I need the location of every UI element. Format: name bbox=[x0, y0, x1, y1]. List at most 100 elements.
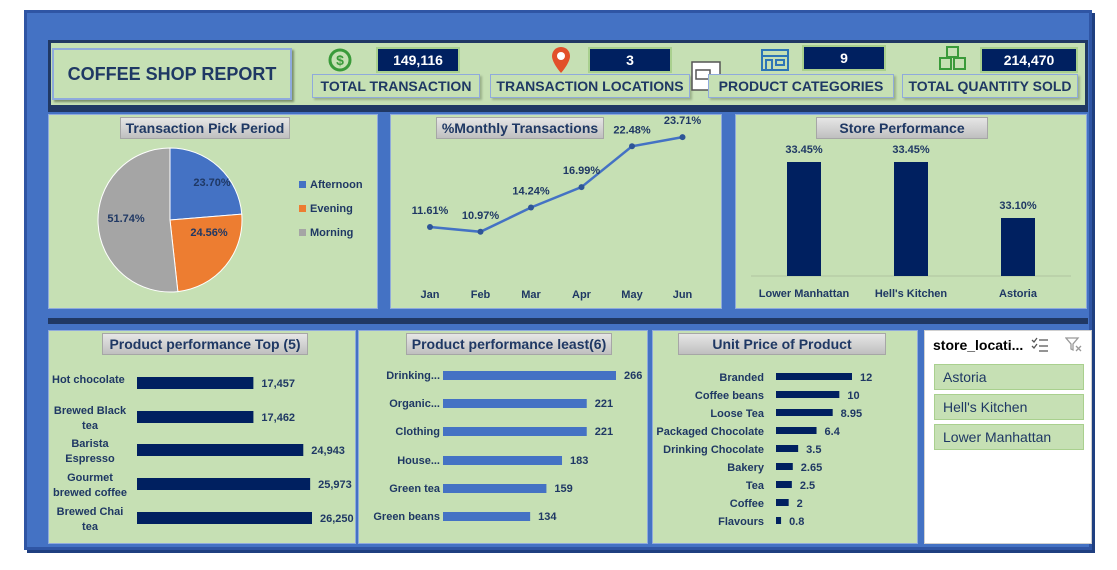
kpi-total-transaction-label: TOTAL TRANSACTION bbox=[312, 74, 480, 98]
line-point-jan bbox=[427, 224, 433, 231]
line-chart: 11.61% Jan 10.97% Feb 14.24% Mar 16.99% Apr 22.4… bbox=[412, 115, 702, 301]
price-bar-1 bbox=[776, 391, 840, 398]
price-category-8: Flavours bbox=[718, 516, 764, 528]
price-value-4: 3.5 bbox=[806, 444, 821, 456]
price-category-1: Coffee beans bbox=[695, 390, 764, 402]
line-label-mar: 14.24% bbox=[512, 186, 550, 198]
price-value-5: 2.65 bbox=[801, 462, 822, 474]
x-tick-may: May bbox=[621, 289, 643, 301]
price-category-7: Coffee bbox=[730, 498, 764, 510]
location-pin-icon bbox=[550, 46, 572, 74]
x-tick-jun: Jun bbox=[673, 289, 693, 301]
store-bar-label-2: 33.10% bbox=[999, 200, 1037, 212]
price-bar-2 bbox=[776, 409, 833, 416]
pie-label-evening: 24.56% bbox=[190, 227, 228, 239]
price-value-2: 8.95 bbox=[841, 408, 862, 420]
line-point-jun bbox=[679, 134, 686, 141]
x-tick-jan: Jan bbox=[421, 289, 440, 301]
kpi-product-categories-value: 9 bbox=[802, 45, 886, 71]
least-bar-0 bbox=[443, 371, 616, 380]
least-value-2: 221 bbox=[595, 426, 613, 438]
legend-label-morning: Morning bbox=[310, 227, 353, 239]
line-label-apr: 16.99% bbox=[563, 165, 601, 177]
pie-chart-title: Transaction Pick Period bbox=[120, 117, 290, 139]
legend-label-afternoon: Afternoon bbox=[310, 179, 363, 191]
least-value-0: 266 bbox=[624, 370, 642, 382]
slicer-item-hells-kitchen[interactable]: Hell's Kitchen bbox=[934, 394, 1084, 420]
price-category-4: Drinking Chocolate bbox=[663, 444, 764, 456]
multi-select-icon[interactable] bbox=[1031, 337, 1049, 353]
slicer-title: store_locati... bbox=[933, 337, 1024, 353]
pie-chart: 23.70% Afternoon 24.56% Evening 51.74% Mornin… bbox=[97, 147, 363, 293]
x-tick-feb: Feb bbox=[471, 289, 491, 301]
top-bar-2 bbox=[137, 444, 304, 456]
store-bar-label-1: 33.45% bbox=[892, 144, 930, 156]
price-value-8: 0.8 bbox=[789, 516, 804, 528]
least-bar-3 bbox=[443, 456, 563, 465]
line-point-feb bbox=[477, 228, 484, 235]
slicer-item-lower-manhattan[interactable]: Lower Manhattan bbox=[934, 424, 1084, 450]
clear-filter-icon[interactable] bbox=[1064, 337, 1083, 353]
store-category-1: Hell's Kitchen bbox=[875, 288, 948, 300]
line-point-mar bbox=[528, 204, 534, 211]
price-bar-8 bbox=[776, 517, 782, 524]
boxes-icon bbox=[938, 46, 968, 72]
store-category-2: Astoria bbox=[999, 288, 1038, 300]
price-category-5: Bakery bbox=[727, 462, 765, 474]
least-value-4: 159 bbox=[554, 483, 572, 495]
price-value-7: 2 bbox=[797, 498, 803, 510]
top-bar-0 bbox=[137, 377, 254, 389]
top-category-1: Brewed Black tea bbox=[54, 405, 127, 432]
least-category-1: Organic... bbox=[389, 398, 440, 410]
pie-slice-evening bbox=[169, 213, 243, 293]
svg-text:$: $ bbox=[336, 52, 344, 68]
top-category-4: Brewed Chai tea bbox=[57, 506, 124, 533]
price-bar-4 bbox=[776, 445, 799, 452]
slicer-item-astoria[interactable]: Astoria bbox=[934, 364, 1084, 390]
top-value-4: 26,250 bbox=[320, 513, 354, 525]
top-products-chart: 17,457 Hot chocolate 17,462 Brewed Black tea… bbox=[52, 374, 354, 533]
price-bar-3 bbox=[776, 427, 817, 434]
kpi-total-transaction-value: 149,116 bbox=[376, 47, 460, 73]
line-point-apr bbox=[578, 184, 585, 191]
least-value-5: 134 bbox=[538, 511, 557, 523]
legend-swatch-afternoon bbox=[299, 181, 306, 188]
legend-swatch-morning bbox=[299, 229, 306, 236]
least-bar-5 bbox=[443, 512, 531, 521]
price-value-0: 12 bbox=[860, 372, 872, 384]
store-bar-label-0: 33.45% bbox=[785, 144, 823, 156]
store-location-slicer: store_locati... Astoria Hell's Kitchen L… bbox=[924, 330, 1092, 544]
legend-swatch-evening bbox=[299, 205, 306, 212]
least-category-4: Green tea bbox=[389, 483, 441, 495]
price-category-0: Branded bbox=[719, 372, 764, 384]
store-bar-2 bbox=[1001, 218, 1035, 276]
price-category-6: Tea bbox=[746, 480, 765, 492]
kpi-total-quantity-sold-value: 214,470 bbox=[980, 47, 1078, 73]
report-title: COFFEE SHOP REPORT bbox=[52, 48, 292, 100]
price-category-2: Loose Tea bbox=[710, 408, 764, 420]
line-label-may: 22.48% bbox=[613, 124, 651, 136]
least-value-3: 183 bbox=[570, 455, 588, 467]
separator-top bbox=[48, 108, 1088, 112]
kpi-product-categories-label: PRODUCT CATEGORIES bbox=[708, 74, 894, 98]
store-bar-chart: 33.45% Lower Manhattan 33.45% Hell's Kitche… bbox=[751, 144, 1071, 300]
price-category-3: Packaged Chocolate bbox=[656, 426, 764, 438]
pie-label-morning: 51.74% bbox=[107, 213, 145, 225]
legend-label-evening: Evening bbox=[310, 203, 353, 215]
least-bar-4 bbox=[443, 484, 547, 493]
kpi-transaction-locations-value: 3 bbox=[588, 47, 672, 73]
x-tick-apr: Apr bbox=[572, 289, 592, 301]
store-category-0: Lower Manhattan bbox=[759, 288, 850, 300]
price-bar-6 bbox=[776, 481, 792, 488]
top-category-2: Barista Espresso bbox=[65, 438, 115, 465]
least-products-chart: 266 Drinking... 221 Organic... 221 Clothing 18… bbox=[373, 370, 642, 523]
kpi-transaction-locations-label: TRANSACTION LOCATIONS bbox=[490, 74, 690, 98]
least-category-0: Drinking... bbox=[386, 370, 440, 382]
top-value-1: 17,462 bbox=[261, 412, 295, 424]
dollar-icon: $ bbox=[328, 48, 352, 72]
store-bar-1 bbox=[894, 162, 928, 276]
price-bar-7 bbox=[776, 499, 789, 506]
least-bar-2 bbox=[443, 427, 587, 436]
top-value-3: 25,973 bbox=[318, 479, 352, 491]
line-point-may bbox=[629, 143, 635, 150]
